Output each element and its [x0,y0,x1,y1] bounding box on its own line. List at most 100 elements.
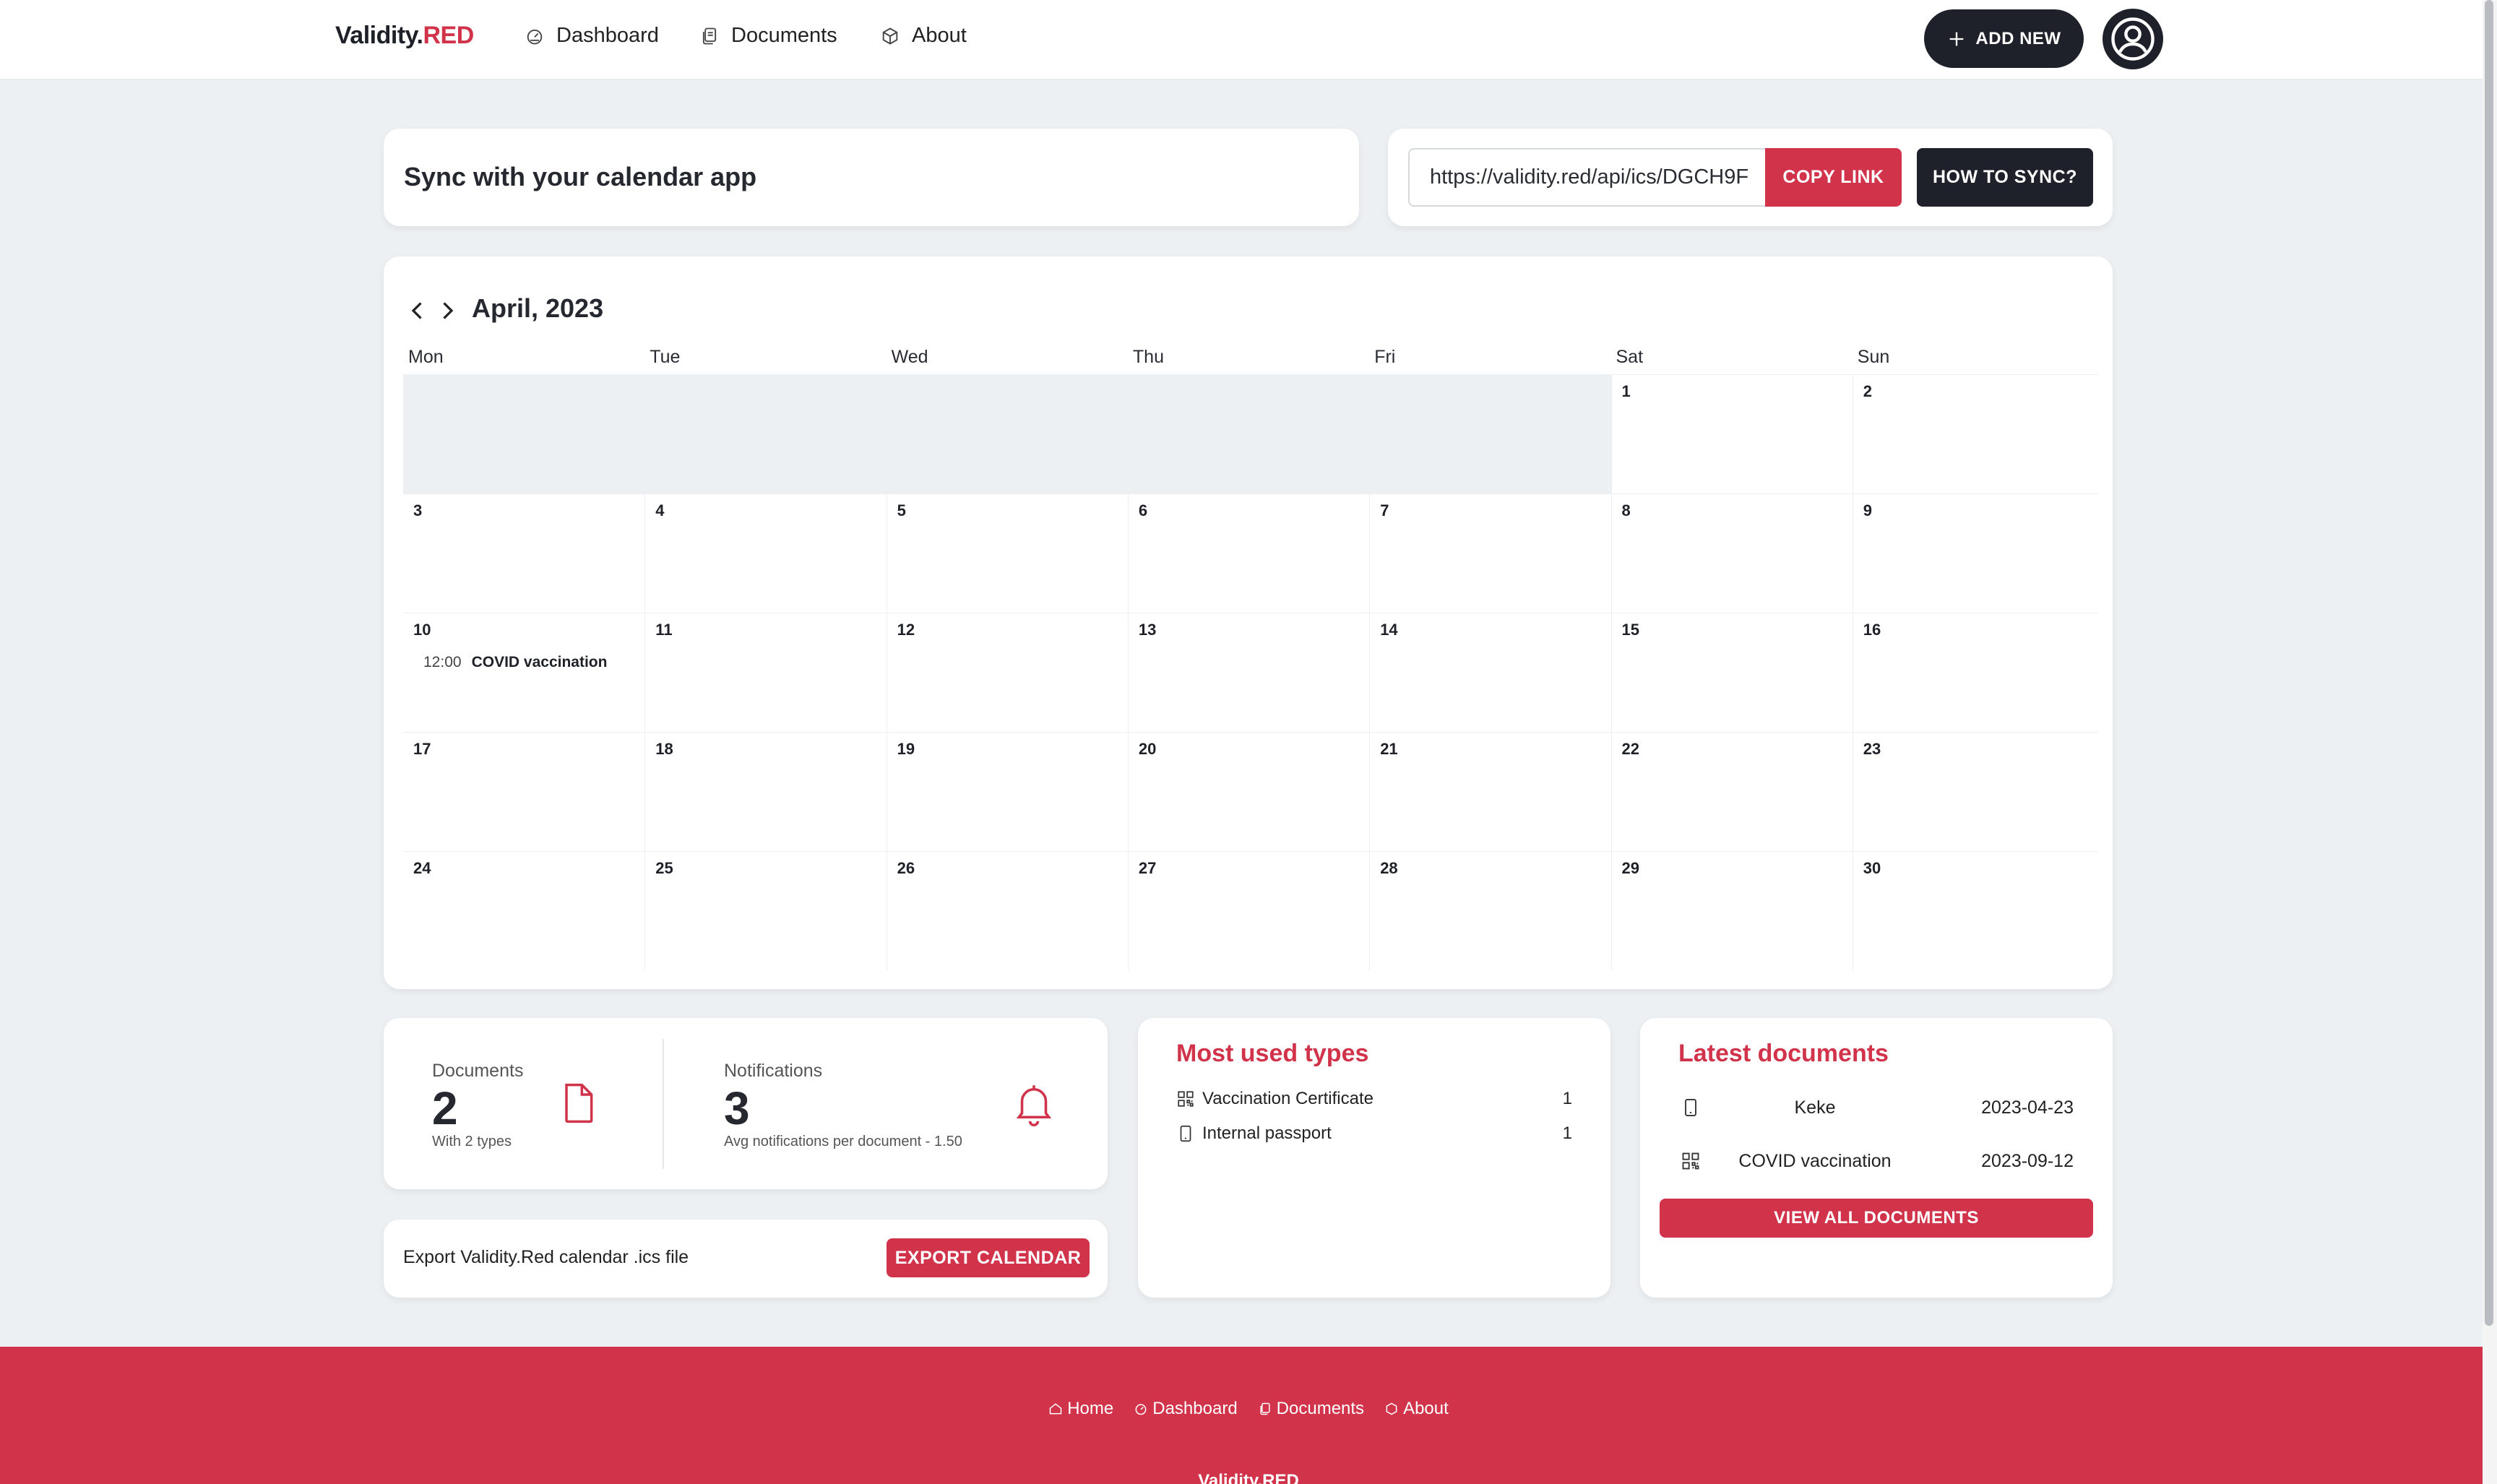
calendar-day-cell[interactable]: 19 [886,732,1128,851]
calendar-day-cell[interactable]: 5 [886,493,1128,613]
notifications-stat-value: 3 [724,1082,750,1134]
sync-title: Sync with your calendar app [404,162,757,191]
calendar-day-cell[interactable]: 24 [403,851,645,970]
day-number: 22 [1621,740,1639,758]
view-all-documents-button[interactable]: VIEW ALL DOCUMENTS [1660,1199,2093,1238]
calendar-day-cell[interactable]: 21 [1369,732,1611,851]
type-row: Internal passport 1 [1176,1119,1572,1148]
calendar-day-cell[interactable]: 13 [1127,613,1370,732]
document-name: Keke [1794,1097,1836,1118]
day-number: 30 [1863,859,1881,877]
calendar-day-cell[interactable]: 18 [644,732,887,851]
calendar-event[interactable]: 12:00 COVID vaccination [423,654,607,671]
calendar-day-cell[interactable]: 23 [1852,732,2098,851]
ics-url-value: https://validity.red/api/ics/DGCH9F [1430,165,1749,189]
calendar-day-cell[interactable]: 4 [644,493,887,613]
calendar-day-cell[interactable]: 10 12:00 COVID vaccination [403,613,645,732]
calendar-day-cell[interactable]: 12 [886,613,1128,732]
nav-documents[interactable]: Documents [699,24,837,48]
add-new-label: ADD NEW [1975,28,2061,48]
calendar-day-cell[interactable]: 6 [1127,493,1370,613]
copy-link-button[interactable]: COPY LINK [1765,148,1902,207]
chevron-left-icon[interactable] [405,298,431,324]
cube-icon [1386,1402,1397,1415]
day-number: 14 [1380,621,1398,639]
calendar-day-cell[interactable]: 20 [1127,732,1370,851]
type-name: Internal passport [1202,1123,1332,1143]
calendar-padding [403,374,1611,493]
scrollbar-thumb[interactable] [2485,0,2493,1326]
calendar-day-cell[interactable]: 25 [644,851,887,970]
day-number: 8 [1621,501,1631,519]
dashboard-icon [527,29,543,44]
bell-icon [1016,1085,1052,1126]
cube-icon [882,27,898,45]
calendar-day-cell[interactable]: 3 [403,493,645,613]
how-to-sync-button[interactable]: HOW TO SYNC? [1917,148,2093,207]
latest-document-row[interactable]: COVID vaccination 2023-09-12 [1678,1147,2074,1175]
type-name: Vaccination Certificate [1202,1089,1373,1108]
latest-document-row[interactable]: Keke 2023-04-23 [1678,1093,2074,1122]
ics-url-input[interactable]: https://validity.red/api/ics/DGCH9F [1408,148,1766,207]
user-circle-icon [2111,17,2155,61]
type-count: 1 [1562,1089,1572,1108]
add-new-button[interactable]: ADD NEW [1924,9,2084,68]
nav-about[interactable]: About [880,24,967,48]
weekday-label: Sun [1857,347,1890,367]
calendar-day-cell[interactable]: 11 [644,613,887,732]
day-number: 23 [1863,740,1881,758]
footer-links: Home Dashboard Documents About [0,1399,2497,1419]
footer-brand: Validity.RED [1198,1471,1299,1484]
latest-documents-title: Latest documents [1678,1040,1889,1067]
day-number: 13 [1138,621,1157,639]
day-number: 5 [897,501,906,519]
event-title: COVID vaccination [471,654,608,670]
documents-icon [1260,1402,1270,1415]
top-navbar: Validity.RED Dashboard Documents About A… [0,0,2497,79]
day-number: 15 [1621,621,1639,639]
footer-link-label: Documents [1276,1399,1365,1418]
calendar-day-cell[interactable]: 17 [403,732,645,851]
calendar-month-title: April, 2023 [472,293,604,323]
footer-link-dashboard[interactable]: Dashboard [1134,1399,1238,1419]
calendar-day-cell[interactable]: 15 [1610,613,1853,732]
day-number: 25 [655,859,673,877]
nav-dashboard-label: Dashboard [556,24,659,47]
calendar-day-cell[interactable]: 16 [1852,613,2098,732]
footer-link-documents[interactable]: Documents [1258,1399,1364,1419]
calendar-day-cell[interactable]: 30 [1852,851,2098,970]
brand-logo[interactable]: Validity.RED [335,22,474,50]
document-icon [565,1083,593,1123]
export-calendar-button[interactable]: EXPORT CALENDAR [887,1238,1090,1277]
phone-icon [1685,1098,1696,1117]
calendar-day-cell[interactable]: 1 [1610,374,1853,493]
calendar-day-cell[interactable]: 28 [1369,851,1611,970]
day-number: 16 [1863,621,1881,639]
most-used-types-title: Most used types [1176,1040,1369,1067]
calendar-day-cell[interactable]: 2 [1852,374,2098,493]
brand-accent: RED [423,22,474,49]
user-avatar-button[interactable] [2103,9,2163,69]
nav-dashboard[interactable]: Dashboard [525,24,659,48]
chevron-right-icon[interactable] [434,298,460,324]
calendar-grid: 1 2 3 4 5 6 7 8 9 10 12:00 COVID vaccination 11 12 13 1… [403,374,2098,970]
nav-about-label: About [912,24,967,47]
calendar-day-cell[interactable]: 22 [1610,732,1853,851]
calendar-day-cell[interactable]: 26 [886,851,1128,970]
brand-main: Validity. [335,22,423,49]
weekday-label: Wed [891,347,928,367]
day-number: 20 [1138,740,1157,758]
weekday-label: Mon [408,347,444,367]
day-number: 26 [897,859,915,877]
type-count: 1 [1562,1123,1572,1143]
calendar-day-cell[interactable]: 29 [1610,851,1853,970]
qr-code-icon [1178,1091,1194,1107]
calendar-day-cell[interactable]: 9 [1852,493,2098,613]
calendar-day-cell[interactable]: 7 [1369,493,1611,613]
calendar-day-cell[interactable]: 14 [1369,613,1611,732]
day-number: 19 [897,740,915,758]
calendar-day-cell[interactable]: 8 [1610,493,1853,613]
footer-link-about[interactable]: About [1384,1399,1449,1419]
calendar-day-cell[interactable]: 27 [1127,851,1370,970]
footer-link-home[interactable]: Home [1048,1399,1113,1419]
